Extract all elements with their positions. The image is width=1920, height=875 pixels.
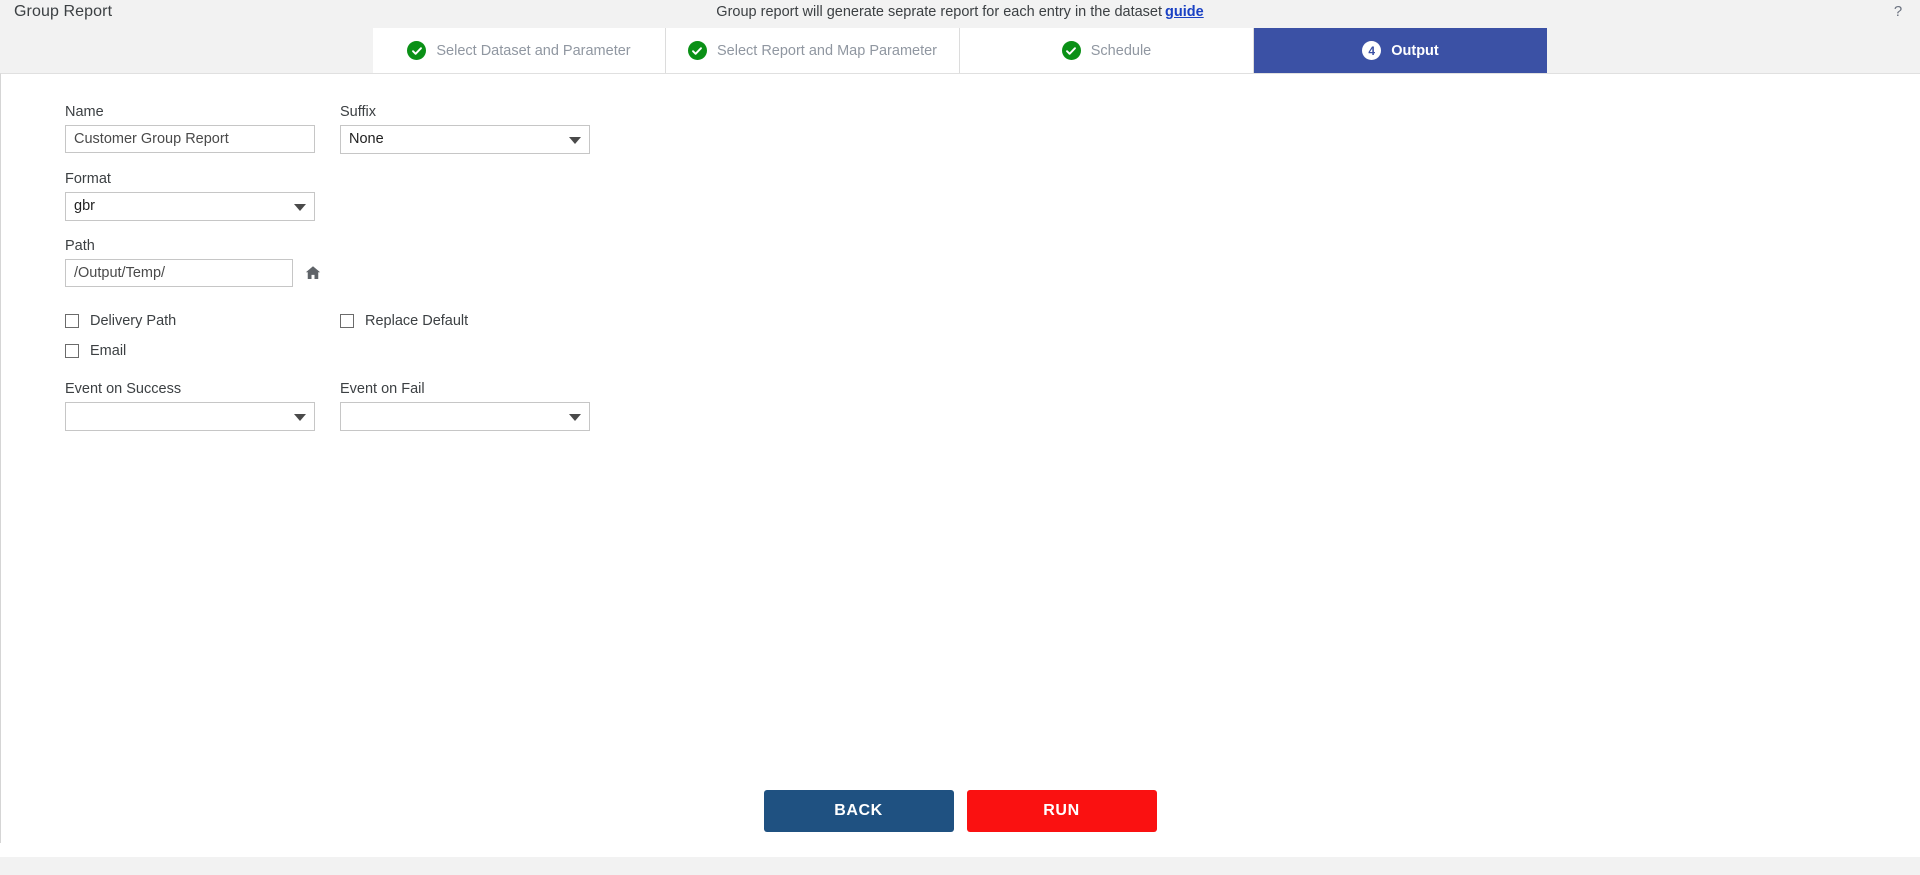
- tabs-left-spacer: [0, 28, 373, 73]
- event-on-success-value[interactable]: [65, 402, 315, 431]
- suffix-select-value[interactable]: None: [340, 125, 590, 154]
- name-input[interactable]: [65, 125, 315, 153]
- checkbox-box[interactable]: [340, 314, 354, 328]
- delivery-path-checkbox[interactable]: Delivery Path: [65, 313, 327, 329]
- tab-select-report-and-map-parameter[interactable]: Select Report and Map Parameter: [666, 28, 960, 73]
- header-notice-text: Group report will generate seprate repor…: [716, 4, 1163, 20]
- path-input[interactable]: [65, 259, 293, 287]
- checkbox-box[interactable]: [65, 314, 79, 328]
- path-label: Path: [65, 238, 95, 254]
- check-circle-icon: [407, 41, 427, 60]
- path-row: [65, 259, 605, 287]
- checkbox-row-2: Email: [65, 339, 605, 363]
- check-circle-icon: [1061, 41, 1081, 60]
- event-on-fail-group: Event on Fail: [340, 381, 602, 431]
- suffix-label: Suffix: [340, 104, 377, 120]
- checkbox-row-1: Delivery Path Replace Default: [65, 309, 605, 333]
- format-select-value[interactable]: gbr: [65, 192, 315, 221]
- back-button[interactable]: BACK: [763, 790, 954, 832]
- event-on-fail-select[interactable]: [340, 402, 590, 431]
- output-form: Name Suffix None Format gbr: [65, 104, 605, 431]
- step-number-badge: 4: [1362, 41, 1382, 60]
- replace-default-checkbox[interactable]: Replace Default: [340, 313, 602, 329]
- email-checkbox[interactable]: Email: [65, 343, 327, 359]
- format-label: Format: [65, 171, 111, 187]
- email-label: Email: [90, 343, 127, 359]
- wizard-tabs: Select Dataset and Parameter Select Repo…: [0, 28, 1920, 73]
- event-on-success-label: Event on Success: [65, 381, 182, 397]
- event-on-fail-value[interactable]: [340, 402, 590, 431]
- options-checkboxes: Delivery Path Replace Default Email: [65, 309, 605, 363]
- footer-bar: [0, 857, 1920, 875]
- help-icon[interactable]: ?: [1888, 2, 1908, 22]
- tab-select-dataset-and-parameter[interactable]: Select Dataset and Parameter: [373, 28, 666, 73]
- format-select[interactable]: gbr: [65, 192, 315, 221]
- delivery-path-label: Delivery Path: [90, 313, 177, 329]
- event-on-success-select[interactable]: [65, 402, 315, 431]
- action-buttons: BACK RUN: [0, 790, 1920, 832]
- tab-output[interactable]: 4 Output: [1254, 28, 1547, 73]
- suffix-field-group: Suffix None: [340, 104, 602, 154]
- name-suffix-row: Name Suffix None: [65, 104, 605, 154]
- home-icon[interactable]: [304, 264, 322, 282]
- tab-label: Select Dataset and Parameter: [436, 42, 631, 59]
- tab-schedule[interactable]: Schedule: [960, 28, 1254, 73]
- tabs-right-spacer: [1547, 28, 1920, 73]
- name-label: Name: [65, 104, 104, 120]
- top-header-bar: Group Report Group report will generate …: [0, 0, 1920, 28]
- tab-label: Select Report and Map Parameter: [716, 42, 938, 59]
- run-button[interactable]: RUN: [966, 790, 1157, 832]
- name-field-group: Name: [65, 104, 327, 154]
- format-field-group: Format gbr: [65, 171, 605, 221]
- header-notice: Group report will generate seprate repor…: [0, 4, 1920, 20]
- replace-default-label: Replace Default: [365, 313, 469, 329]
- checkbox-box[interactable]: [65, 344, 79, 358]
- event-selects-row: Event on Success Event on Fail: [65, 381, 605, 431]
- tab-label: Schedule: [1090, 42, 1152, 59]
- suffix-select[interactable]: None: [340, 125, 590, 154]
- group-report-wizard: Group Report Group report will generate …: [0, 0, 1920, 875]
- check-circle-icon: [687, 41, 707, 60]
- event-on-fail-label: Event on Fail: [340, 381, 425, 397]
- path-field-group: Path: [65, 238, 605, 287]
- output-panel: Name Suffix None Format gbr: [0, 73, 1920, 843]
- tab-label: Output: [1391, 42, 1439, 59]
- guide-link[interactable]: guide: [1165, 4, 1204, 20]
- event-on-success-group: Event on Success: [65, 381, 327, 431]
